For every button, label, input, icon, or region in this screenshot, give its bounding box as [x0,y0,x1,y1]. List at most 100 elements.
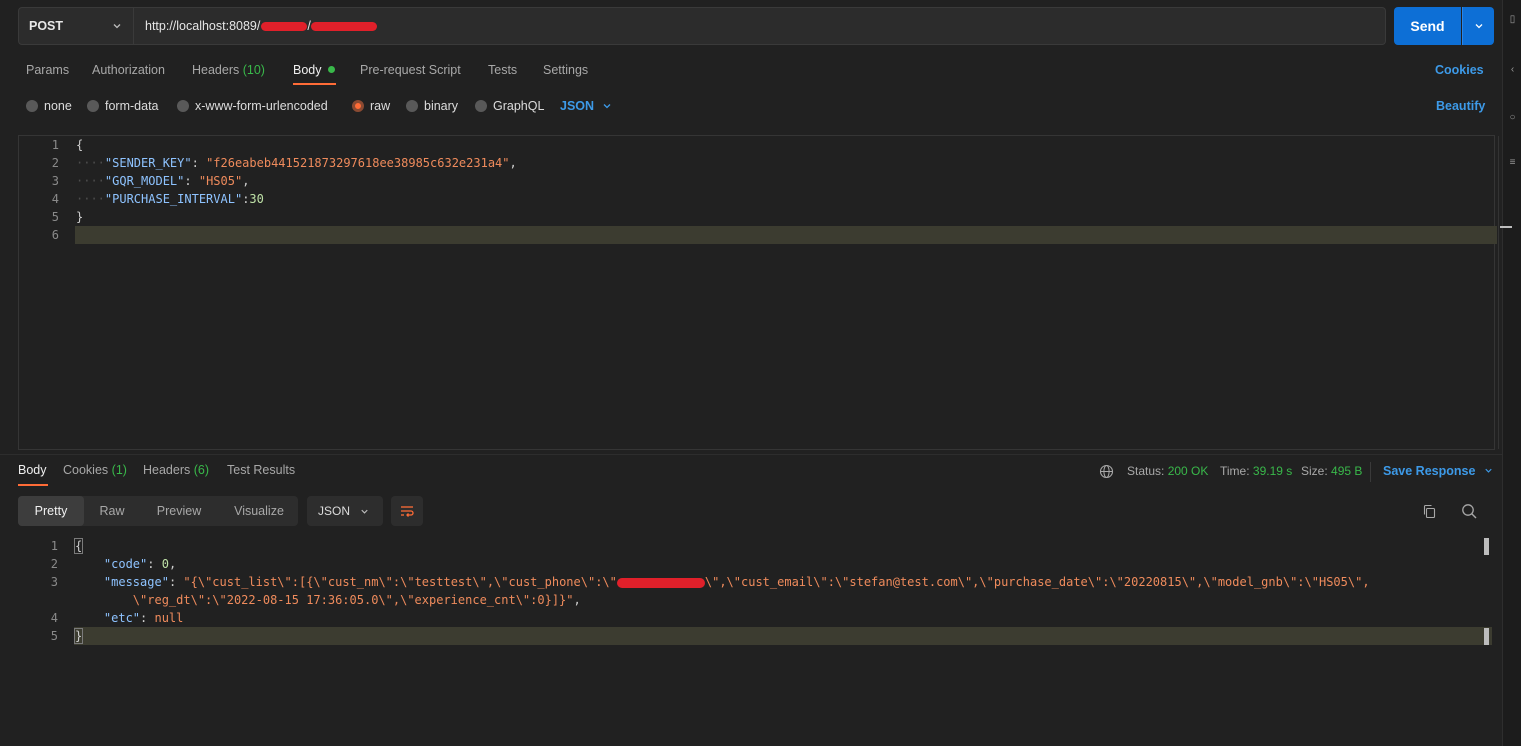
line-number: 2 [50,557,58,571]
json-string: \",\"cust_email\":\"stefan@test.com\",\"… [704,575,1370,589]
tab-params[interactable]: Params [26,60,69,82]
size-label: Size: [1301,464,1328,478]
radio-raw[interactable]: raw [352,97,390,115]
radio-graphql[interactable]: GraphQL [475,97,544,115]
json-number: 30 [249,192,264,206]
radio-circle [406,100,418,112]
url-text: http://localhost:8089/ [145,19,261,33]
radio-circle [177,100,189,112]
radio-urlencoded[interactable]: x-www-form-urlencoded [177,97,328,115]
view-pretty-button[interactable]: Pretty [18,496,84,526]
tab-headers-label: Headers [192,63,240,77]
radio-label: none [44,99,72,113]
url-input[interactable]: http://localhost:8089/ / [134,7,1386,45]
tab-pre-request-script[interactable]: Pre-request Script [360,60,461,82]
size-info[interactable]: Size: 495 B [1301,464,1362,478]
chevron-down-icon [1475,24,1482,29]
response-tab-test-results[interactable]: Test Results [227,463,295,477]
json-string: "f26eabeb441521873297618ee38985c632e231a… [206,156,510,170]
line-number: 3 [51,174,59,188]
json-string: "{\"cust_list\":[{\"cust_nm\":\"testtest… [183,575,617,589]
code-line: } [73,628,84,644]
globe-icon[interactable] [1099,464,1114,479]
status-label: Status: [1127,464,1165,478]
status-value: 200 OK [1167,464,1209,478]
send-options-button[interactable] [1462,7,1494,45]
indent-dots: ···· [76,174,105,188]
editor-scrollbar[interactable] [1498,136,1512,449]
response-body-viewer[interactable]: 1 2 3 4 5 { "code": 0, "message": "{\"cu… [18,537,1495,746]
view-preview-button[interactable]: Preview [144,496,214,526]
copy-icon[interactable] [1422,504,1437,519]
radio-binary[interactable]: binary [406,97,458,115]
brace: } [73,628,84,644]
radio-circle [475,100,487,112]
tab-body[interactable]: Body [293,60,335,82]
pane-divider[interactable] [0,454,1502,455]
tab-authorization[interactable]: Authorization [92,60,165,82]
save-response-label: Save Response [1383,464,1476,478]
line-number: 1 [51,138,59,152]
json-key: "message" [103,575,169,589]
tab-label: Headers [143,463,191,477]
code-icon[interactable]: ‹ [1507,64,1518,75]
save-response-button[interactable]: Save Response [1383,464,1494,478]
time-info[interactable]: Time: 39.19 s [1220,464,1292,478]
chevron-down-icon [1485,468,1492,473]
brace: } [76,210,84,224]
code-line: "message": "{\"cust_list\":[{\"cust_nm\"… [103,575,1370,589]
response-tab-headers[interactable]: Headers (6) [143,463,209,477]
brace: { [76,138,84,152]
response-tab-cookies[interactable]: Cookies (1) [63,463,127,477]
redaction-mark [310,21,377,31]
response-format-select[interactable]: JSON [307,496,383,526]
radio-label: binary [424,99,459,113]
tab-headers[interactable]: Headers (10) [192,60,265,82]
code-line: ····"GQR_MODEL": "HS05", [76,174,250,188]
json-string: "HS05" [198,174,243,188]
json-key: "code" [103,557,148,571]
scrollbar-marker [1484,538,1489,555]
brace: { [73,538,84,554]
response-tab-body[interactable]: Body [18,463,47,477]
radio-label: form-data [105,99,159,113]
scrollbar-marker [1500,226,1512,228]
scrollbar-marker [1484,628,1489,645]
headers-count: (10) [242,63,265,77]
tab-tests[interactable]: Tests [488,60,517,82]
chevron-down-icon [361,509,368,514]
cookies-link[interactable]: Cookies [1435,60,1484,82]
beautify-button[interactable]: Beautify [1436,96,1485,118]
view-raw-button[interactable]: Raw [90,496,134,526]
current-line-highlight [75,226,1497,244]
radio-none[interactable]: none [26,97,72,115]
radio-form-data[interactable]: form-data [87,97,159,115]
json-key: "GQR_MODEL" [104,174,185,188]
radio-label: x-www-form-urlencoded [195,99,328,113]
current-line-highlight [74,627,1492,645]
radio-label: GraphQL [493,99,545,113]
redaction-mark [261,21,308,31]
tab-settings[interactable]: Settings [543,60,588,82]
search-icon[interactable] [1461,503,1478,520]
code-line: \"reg_dt\":\"2022-08-15 17:36:05.0\",\"e… [132,593,581,607]
format-select[interactable]: JSON [560,97,613,115]
line-number: 2 [51,156,59,170]
code-line: ····"SENDER_KEY": "f26eabeb4415218732976… [76,156,517,170]
line-number: 5 [50,629,58,643]
wrap-lines-button[interactable] [391,496,423,526]
status-info[interactable]: Status: 200 OK [1127,464,1208,478]
line-number: 4 [50,611,58,625]
tab-label: Cookies [63,463,109,477]
size-value: 495 B [1331,464,1363,478]
method-select[interactable]: POST [18,7,134,45]
format-label: JSON [560,99,595,113]
code-line: ····"PURCHASE_INTERVAL":30 [76,192,264,206]
view-visualize-button[interactable]: Visualize [224,496,294,526]
send-button[interactable]: Send [1394,7,1461,45]
code-line: { [76,138,83,152]
info-icon[interactable]: ○ [1507,112,1518,123]
request-body-editor[interactable]: 1 2 3 4 5 6 { ····"SENDER_KEY": "f26eabe… [18,135,1512,450]
documentation-icon[interactable]: ▯ [1507,14,1518,25]
radio-circle [26,100,38,112]
